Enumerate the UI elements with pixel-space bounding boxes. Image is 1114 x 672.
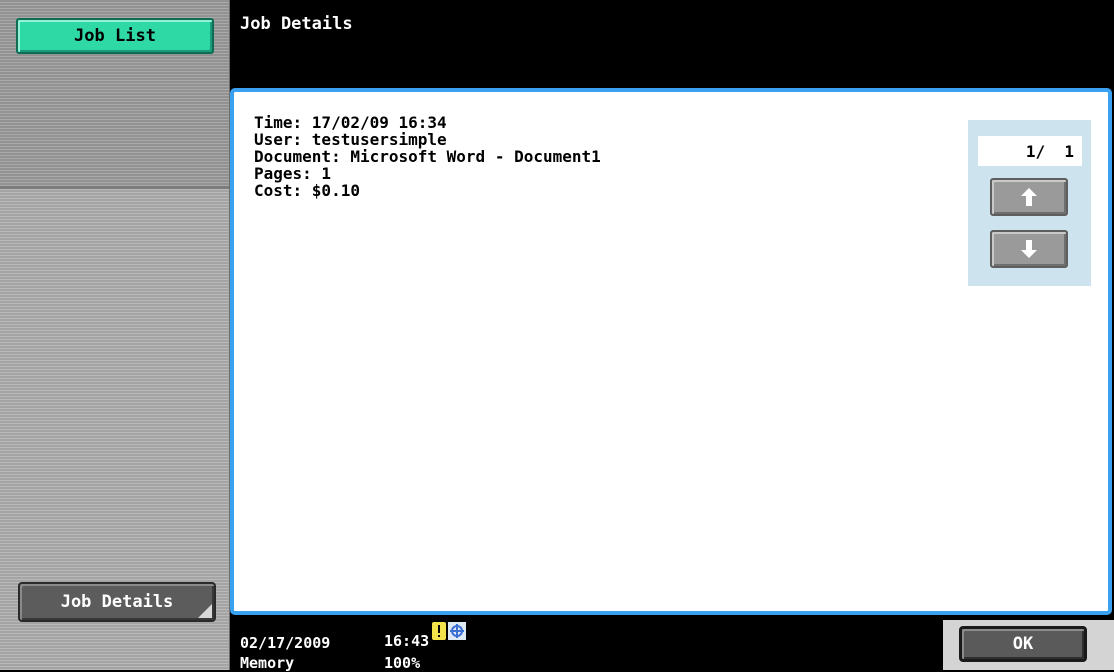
corner-marker-icon: [198, 604, 212, 618]
detail-cost: Cost: $0.10: [254, 181, 360, 200]
pager: 1/ 1: [968, 120, 1091, 286]
job-details-button[interactable]: Job Details: [18, 582, 216, 622]
detail-document: Document: Microsoft Word - Document1: [254, 147, 601, 166]
arrow-down-icon: [1021, 240, 1037, 258]
job-details-panel: Time: 17/02/09 16:34 User: testusersimpl…: [230, 88, 1112, 615]
sidebar: Job List Job Details: [0, 0, 230, 670]
details-list: Time: 17/02/09 16:34 User: testusersimpl…: [254, 114, 601, 199]
detail-time: Time: 17/02/09 16:34: [254, 113, 447, 132]
memory-label: Memory: [240, 654, 295, 672]
page-title: Job Details: [240, 14, 353, 34]
status-bar: 02/17/2009 16:43 Memory 100%: [230, 620, 930, 672]
page-indicator: 1/ 1: [978, 136, 1082, 166]
detail-user: User: testusersimple: [254, 130, 447, 149]
job-list-button[interactable]: Job List: [16, 18, 214, 54]
detail-pages: Pages: 1: [254, 164, 332, 183]
status-date: 02/17/2009: [240, 634, 331, 652]
job-details-button-label: Job Details: [60, 592, 174, 612]
status-time: 16:43: [384, 632, 430, 650]
ok-button[interactable]: OK: [959, 626, 1087, 662]
warning-icon: [432, 622, 446, 640]
arrow-up-icon: [1021, 188, 1037, 206]
ok-area: OK: [943, 620, 1114, 670]
network-icon: [448, 622, 466, 640]
memory-value: 100%: [384, 654, 421, 672]
status-icons: [432, 622, 466, 640]
scroll-down-button[interactable]: [990, 230, 1068, 268]
scroll-up-button[interactable]: [990, 178, 1068, 216]
